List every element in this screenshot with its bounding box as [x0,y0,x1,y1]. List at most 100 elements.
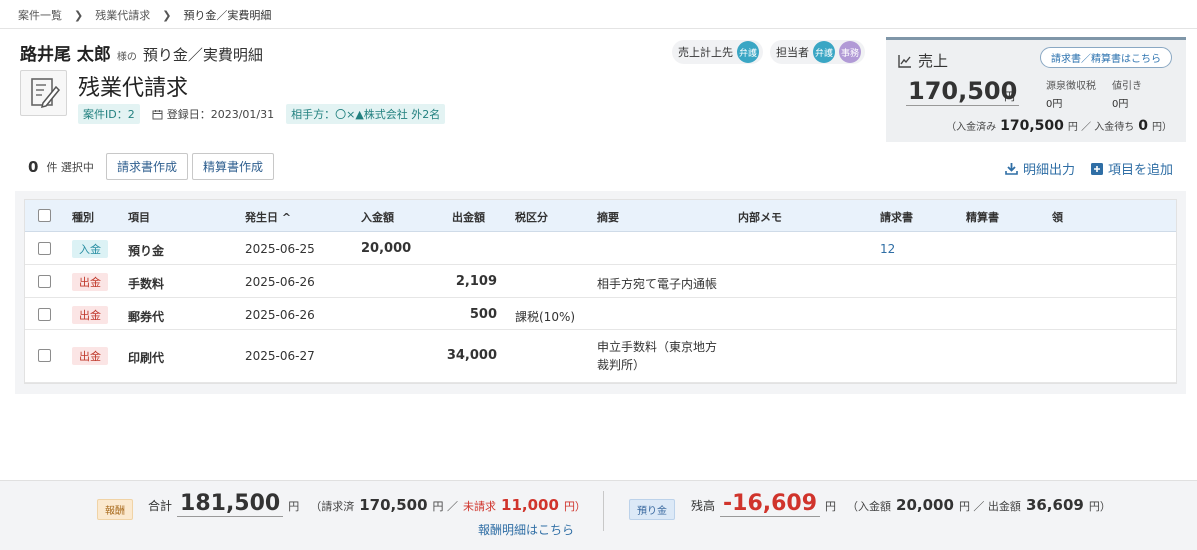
row-checkbox[interactable] [38,275,51,288]
col-summary[interactable]: 摘要 [597,209,619,225]
col-tax[interactable]: 税区分 [515,209,548,225]
create-invoice-button[interactable]: 請求書作成 [105,153,188,180]
document-edit-icon [20,70,67,116]
line-chart-icon [898,54,911,68]
lawyer-avatar[interactable]: 弁護 [813,41,835,63]
table-row[interactable]: 出金 郵券代 2025-06-26 500 課税(10%) [25,298,1176,330]
discount-label: 値引き [1112,81,1142,92]
deposit-tag: 預り金 [629,499,675,520]
fee-total-line: 合計 181,500 円 （請求済 170,500 円 ／ 未請求 11,000… [148,491,586,517]
add-item-button[interactable]: 項目を追加 [1090,159,1173,178]
row-checkbox[interactable] [38,242,51,255]
balance-line: 残高 -16,609 円 （入金額 20,000 円 ／ 出金額 36,609 … [691,491,1111,517]
breadcrumb-link-matter[interactable]: 残業代請求 [95,7,150,23]
row-checkbox[interactable] [38,308,51,321]
type-badge-deposit: 入金 [72,240,108,258]
col-settlement[interactable]: 精算書 [966,209,999,225]
summary-text: 相手方宛て電子内通帳 [597,277,718,291]
chevron-right-icon: ❯ [74,8,84,22]
balance-amount: -16,609 [720,491,821,517]
occurrence-date: 2025-06-25 [245,242,315,256]
withholding-value: 0円 [1046,99,1063,110]
registration-date-text: 登録日：2023/01/31 [166,108,275,121]
item-name: 印刷代 [128,351,165,365]
breadcrumb: 案件一覧 ❯ 残業代請求 ❯ 預り金／実費明細 [18,7,271,23]
col-withdrawal[interactable]: 出金額 [452,209,485,225]
discount-value: 0円 [1112,99,1129,110]
table-row[interactable]: 出金 印刷代 2025-06-27 34,000 申立手数料（東京地方 裁判所） [25,330,1176,383]
row-checkbox[interactable] [38,349,51,362]
divider [0,28,1197,29]
selected-count: 0 [28,157,39,176]
unbilled-amount: 11,000 [501,496,559,514]
unbilled-label: 未請求 [463,500,497,513]
sales-recipient-label: 売上計上先 [678,46,733,59]
type-badge-withdrawal: 出金 [72,347,108,365]
plus-square-icon [1090,162,1103,175]
item-name: 手数料 [128,277,165,291]
invoice-link[interactable]: 12 [880,242,895,256]
create-settlement-button[interactable]: 精算書作成 [191,153,274,180]
selected-text: 件 選択中 [46,160,94,174]
waiting-amount: 0 [1138,118,1148,134]
case-id-badge: 案件ID：2 [78,104,140,124]
deposit-total: 20,000 [896,496,954,514]
fee-tag: 報酬 [97,499,133,520]
breadcrumb-link-cases[interactable]: 案件一覧 [18,7,62,23]
sort-ascending-icon: ^ [281,211,292,224]
sales-yen: 円 [1004,90,1015,103]
fee-details-link[interactable]: 報酬明細はこちら [478,521,574,538]
case-meta: 案件ID：2 登録日：2023/01/31 相手方：〇×▲株式会社 外2名 [78,104,446,124]
sales-summary-panel: 売上 請求書／精算書はこちら 170,500 円 源泉徴収税 0円 値引き 0円… [886,37,1186,142]
occurrence-date: 2025-06-26 [245,308,315,322]
total-label: 合計 [148,499,173,513]
totals-footer: 報酬 合計 181,500 円 （請求済 170,500 円 ／ 未請求 11,… [0,480,1197,550]
staff-label: 担当者 [776,46,809,59]
client-heading: 路井尾 太郎 様の 預り金／実費明細 [20,40,263,65]
table-header: 種別 項目 発生日 ^ 入金額 出金額 税区分 摘要 内部メモ 請求書 精算書 … [25,200,1176,232]
deposit-amount: 20,000 [361,241,412,256]
export-details-button[interactable]: 明細出力 [1005,159,1075,178]
select-all-checkbox[interactable] [38,209,51,222]
withdrawal-amount: 500 [469,307,497,322]
sales-label: 売上 [898,50,948,71]
download-icon [1005,163,1018,175]
invoice-settlement-link[interactable]: 請求書／精算書はこちら [1040,47,1172,68]
lawyer-avatar[interactable]: 弁護 [737,41,759,63]
withdrawal-amount: 2,109 [455,274,497,289]
col-date[interactable]: 発生日 ^ [245,209,291,225]
balance-label: 残高 [691,499,716,513]
tax-category: 課税(10%) [515,310,576,324]
details-table-container: 種別 項目 発生日 ^ 入金額 出金額 税区分 摘要 内部メモ 請求書 精算書 … [15,191,1186,394]
divider [603,491,604,531]
page-subtitle: 預り金／実費明細 [142,46,263,64]
table-row[interactable]: 入金 預り金 2025-06-25 20,000 12 [25,232,1176,265]
details-table: 種別 項目 発生日 ^ 入金額 出金額 税区分 摘要 内部メモ 請求書 精算書 … [24,199,1177,384]
occurrence-date: 2025-06-27 [245,349,315,363]
sales-amount: 170,500 [906,77,1020,106]
calendar-icon [152,109,163,119]
item-name: 郵券代 [128,310,165,324]
col-memo[interactable]: 内部メモ [738,209,782,225]
col-deposit[interactable]: 入金額 [361,209,394,225]
client-name: 路井尾 太郎 [20,45,111,65]
col-item[interactable]: 項目 [128,209,150,225]
col-type[interactable]: 種別 [72,209,94,225]
table-row[interactable]: 出金 手数料 2025-06-26 2,109 相手方宛て電子内通帳 [25,265,1176,298]
withdrawal-amount: 34,000 [446,348,497,363]
summary-text-line2: 裁判所） [597,358,646,372]
payment-status: （入金済み 170,500 円 ／ 入金待ち 0 円） [946,118,1172,134]
registration-date: 登録日：2023/01/31 [148,106,278,122]
chevron-right-icon: ❯ [162,8,172,22]
clerk-avatar[interactable]: 事務 [839,41,861,63]
paid-amount: 170,500 [1000,118,1064,134]
col-receipt[interactable]: 領 [1052,209,1063,225]
total-amount: 181,500 [177,491,284,517]
sales-recipient: 売上計上先 弁護 [672,40,763,64]
staff-assignee: 担当者 弁護 事務 [770,40,865,64]
billed-amount: 170,500 [359,496,428,514]
col-invoice[interactable]: 請求書 [880,209,913,225]
opponent-badge: 相手方：〇×▲株式会社 外2名 [286,104,446,124]
summary-text-line1: 申立手数料（東京地方 [597,340,718,354]
withholding-label: 源泉徴収税 [1046,81,1096,92]
